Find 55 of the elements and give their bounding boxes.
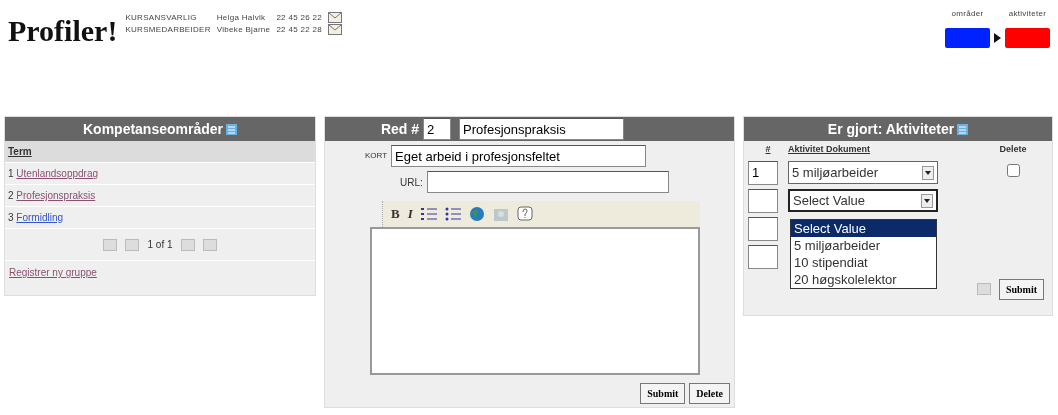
register-link[interactable]: Registrer ny gruppe (9, 267, 97, 278)
arrow-icon (994, 33, 1001, 43)
contact-phone: 22 45 22 28 (276, 24, 322, 36)
contact-role: KURSMEDARBEIDER (125, 24, 211, 36)
field-label: KORT (365, 150, 388, 162)
dropdown-option[interactable]: 20 høgskolelektor (791, 271, 936, 288)
delete-checkbox[interactable] (1006, 163, 1020, 177)
dropdown[interactable]: 5 miljøarbeider (788, 161, 938, 184)
column-header: Delete (998, 143, 1028, 156)
text-editor[interactable] (370, 227, 700, 375)
numbered-list-icon[interactable] (420, 207, 437, 221)
term-number: 1 (8, 168, 15, 179)
number-field[interactable]: 1 (748, 160, 778, 185)
legend-label: aktiviteter (1008, 8, 1047, 20)
logo: Profiler! (8, 13, 118, 49)
text-field[interactable] (426, 171, 669, 193)
panel-title: Kompetanseområder (82, 121, 223, 137)
legend-label: områder (951, 8, 984, 20)
bullet-list-icon[interactable] (444, 207, 461, 221)
panel-title: Er gjort: Aktiviteter (827, 121, 955, 137)
term-link[interactable]: Formidling (16, 212, 64, 223)
italic-button[interactable]: I (407, 204, 413, 224)
column-header: Aktivitet Dokument (788, 143, 871, 156)
submit-button[interactable]: Submit (640, 383, 686, 404)
column-header: # (764, 143, 772, 156)
number-field[interactable]: 2 (423, 118, 452, 140)
column-header: Term (8, 146, 32, 157)
envelope-icon[interactable] (327, 12, 342, 24)
submit-button[interactable]: Submit (998, 278, 1044, 300)
term-number: 2 (8, 190, 15, 201)
bold-button[interactable]: B (391, 204, 400, 224)
panel-title: Red # (380, 119, 420, 139)
number-field[interactable] (748, 216, 778, 241)
contact-role: KURSANSVARLIG (125, 12, 198, 24)
delete-button[interactable]: Delete (689, 383, 730, 404)
page-indicator: 1 of 1 (147, 238, 173, 252)
globe-icon[interactable] (468, 206, 485, 222)
term-number: 3 (8, 212, 15, 223)
number-field[interactable] (748, 188, 778, 213)
term-link[interactable]: Utenlandsoppdrag (16, 168, 99, 179)
contact-name: Vibeke Bjarne (216, 24, 271, 36)
envelope-icon[interactable] (327, 24, 342, 36)
dropdown-option[interactable]: 5 miljøarbeider (791, 237, 936, 254)
dropdown-option[interactable]: Select Value (791, 220, 936, 237)
text-field[interactable]: Eget arbeid i profesjonsfeltet (391, 145, 647, 167)
dropdown-option[interactable]: 10 stipendiat (791, 254, 936, 271)
name-field[interactable]: Profesjonspraksis (459, 118, 625, 140)
field-label: URL: (400, 175, 423, 190)
contact-phone: 22 45 26 22 (276, 12, 322, 24)
contact-name: Helga Halvik (216, 12, 267, 24)
term-link[interactable]: Profesjonspraksis (16, 190, 96, 201)
grid-icon[interactable] (957, 124, 969, 135)
help-icon[interactable] (516, 205, 533, 223)
number-field[interactable] (748, 244, 778, 269)
dropdown[interactable]: Select Value (788, 189, 938, 212)
